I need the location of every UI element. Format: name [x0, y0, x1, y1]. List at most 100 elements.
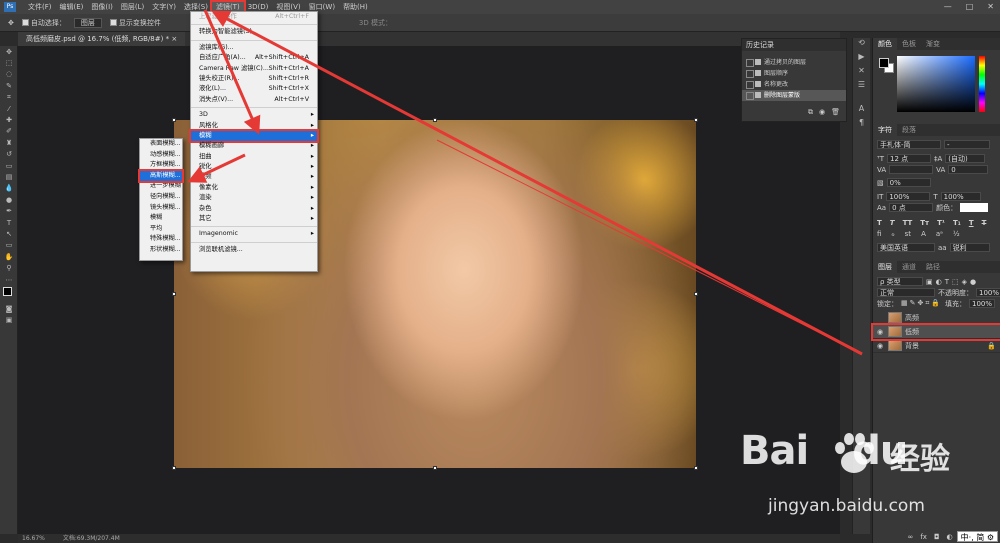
filter-menu-item[interactable]: 风格化 ▸ — [191, 121, 317, 131]
tsume-field[interactable]: 0% — [886, 178, 931, 187]
actions-panel-icon[interactable]: ▶ — [853, 52, 870, 66]
tab-gradients[interactable]: 渐变 — [921, 39, 945, 49]
screen-mode-icon[interactable]: ▣ — [0, 315, 18, 326]
blur-menu-item[interactable]: 形状模糊... — [140, 245, 182, 256]
history-item[interactable]: 删除图层蒙版 — [742, 90, 846, 101]
language-dropdown[interactable]: 美国英语 — [877, 243, 935, 252]
menu-type[interactable]: 文字(Y) — [148, 2, 180, 12]
ime-indicator[interactable]: 中·, 简 ⚙ — [956, 531, 998, 542]
filter-menu-item[interactable]: 渲染 ▸ — [191, 193, 317, 203]
filter-menu-item[interactable]: 滤镜库(G)... — [191, 43, 317, 53]
faux-bold-button[interactable]: T — [877, 219, 882, 227]
path-select-tool-icon[interactable]: ↖ — [0, 228, 18, 239]
filter-menu-item[interactable]: 其它 ▸ — [191, 214, 317, 224]
filter-menu-item[interactable]: Imagenomic ▸ — [191, 229, 317, 239]
underline-button[interactable]: T — [969, 219, 974, 227]
blur-menu-item[interactable]: 动感模糊... — [140, 150, 182, 161]
foreground-color-swatch[interactable] — [3, 287, 12, 297]
tab-color[interactable]: 颜色 — [873, 38, 897, 50]
brush-tool-icon[interactable]: ✐ — [0, 126, 18, 137]
tracking-field[interactable]: 0 — [948, 165, 989, 174]
history-item[interactable]: 图层顺序 — [742, 68, 846, 79]
gradient-tool-icon[interactable]: ▤ — [0, 171, 18, 182]
horizontal-scale-field[interactable]: 100% — [940, 192, 981, 201]
font-style-dropdown[interactable]: - — [944, 140, 990, 149]
leading-field[interactable]: (自动) — [945, 154, 986, 163]
menu-3d[interactable]: 3D(D) — [244, 3, 273, 11]
shape-tool-icon[interactable]: ▭ — [0, 240, 18, 251]
filter-menu-item[interactable]: Camera Raw 滤镜(C)... Shift+Ctrl+A — [191, 64, 317, 74]
move-tool-icon[interactable]: ✥ — [0, 46, 18, 57]
titling-button[interactable]: A — [921, 230, 926, 238]
tab-close-icon[interactable]: × — [171, 35, 177, 43]
faux-italic-button[interactable]: T — [890, 219, 895, 227]
layer-row-selected[interactable]: ◉ 低频 — [871, 323, 1000, 341]
tab-channels[interactable]: 通道 — [897, 262, 921, 272]
blur-tool-icon[interactable]: 💧 — [0, 183, 18, 194]
adjustment-icon[interactable]: ◐ — [947, 533, 953, 541]
transform-handle[interactable] — [694, 466, 698, 470]
blur-menu-item[interactable]: 表面模糊... — [140, 139, 182, 150]
strikethrough-button[interactable]: T — [982, 219, 987, 227]
layer-filter-icons[interactable]: ▣◐T⬚◈● — [926, 278, 979, 286]
filter-menu-item[interactable]: 锐化 ▸ — [191, 162, 317, 172]
transform-handle[interactable] — [172, 466, 176, 470]
blur-menu-item[interactable]: 方框模糊... — [140, 160, 182, 171]
fill-field[interactable]: 100% — [969, 299, 996, 308]
filter-menu-item[interactable]: 消失点(V)... Alt+Ctrl+V — [191, 95, 317, 105]
layer-row[interactable]: ◉ 背景 🔒 — [873, 339, 1000, 353]
character-panel-icon[interactable]: A — [853, 104, 870, 118]
link-layers-icon[interactable]: ∞ — [908, 533, 914, 541]
blur-menu-item[interactable]: 平均 — [140, 224, 182, 235]
tool-presets-icon[interactable]: ✕ — [853, 66, 870, 80]
history-panel-icon[interactable]: ⟲ — [853, 38, 870, 52]
font-size-field[interactable]: 12 点 — [886, 154, 931, 163]
ordinals-button[interactable]: aᵃ — [936, 230, 943, 238]
show-transform-checkbox[interactable] — [109, 19, 117, 26]
dodge-tool-icon[interactable]: ● — [0, 194, 18, 205]
quick-select-tool-icon[interactable]: ✎ — [0, 80, 18, 91]
hand-tool-icon[interactable]: ✋ — [0, 251, 18, 262]
healing-tool-icon[interactable]: ✚ — [0, 114, 18, 125]
filter-menu-item[interactable]: 模糊画廊 ▸ — [191, 141, 317, 151]
document-tab[interactable]: 高低频磨皮.psd @ 16.7% (低频, RGB/8#) * × — [18, 32, 186, 46]
eye-icon[interactable]: ◉ — [877, 342, 885, 350]
menu-help[interactable]: 帮助(H) — [339, 2, 372, 12]
superscript-button[interactable]: T¹ — [937, 219, 945, 227]
opacity-field[interactable]: 100% — [976, 288, 1000, 297]
tab-layers[interactable]: 图层 — [873, 261, 897, 273]
move-tool-icon[interactable]: ✥ — [8, 19, 14, 27]
quick-mask-icon[interactable]: ◙ — [0, 303, 18, 314]
transform-handle[interactable] — [694, 118, 698, 122]
gaussian-blur-menu-item[interactable]: 高斯模糊... — [138, 168, 184, 184]
anti-alias-dropdown[interactable]: 锐利 — [949, 243, 990, 252]
menu-image[interactable]: 图像(I) — [87, 2, 117, 12]
baseline-shift-field[interactable]: 0 点 — [889, 203, 934, 212]
close-icon[interactable]: ✕ — [987, 2, 994, 11]
layer-filter-dropdown[interactable]: ρ 类型 — [877, 277, 923, 286]
foreground-color-swatch[interactable] — [879, 58, 889, 68]
stamp-tool-icon[interactable]: ♜ — [0, 137, 18, 148]
canvas-area[interactable] — [18, 46, 840, 534]
tab-paths[interactable]: 路径 — [921, 262, 945, 272]
fx-icon[interactable]: fx — [920, 533, 927, 541]
eyedropper-tool-icon[interactable]: ⁄ — [0, 103, 18, 114]
history-item[interactable]: 名称更改 — [742, 79, 846, 90]
transform-handle[interactable] — [433, 118, 437, 122]
filter-menu-item[interactable]: 液化(L)... Shift+Ctrl+X — [191, 84, 317, 94]
blur-menu-item[interactable]: 径向模糊... — [140, 192, 182, 203]
swash-button[interactable]: ℴ — [891, 230, 894, 238]
pen-tool-icon[interactable]: ✒ — [0, 205, 18, 216]
auto-select-target-dropdown[interactable]: 图层 — [73, 17, 102, 28]
blur-menu-item[interactable]: 进一步模糊 — [140, 181, 182, 192]
transform-handle[interactable] — [172, 292, 176, 296]
new-document-from-state-icon[interactable]: ⧉ — [808, 108, 813, 117]
hue-slider[interactable] — [979, 56, 985, 112]
history-item[interactable]: 通过拷贝的图层 — [742, 57, 846, 68]
small-caps-button[interactable]: Tт — [920, 219, 929, 227]
more-tools-icon[interactable]: ⋯ — [0, 274, 18, 285]
mask-icon[interactable]: ◘ — [934, 533, 940, 541]
crop-tool-icon[interactable]: ⌗ — [0, 92, 18, 103]
eraser-tool-icon[interactable]: ▭ — [0, 160, 18, 171]
maximize-icon[interactable]: □ — [966, 2, 974, 11]
